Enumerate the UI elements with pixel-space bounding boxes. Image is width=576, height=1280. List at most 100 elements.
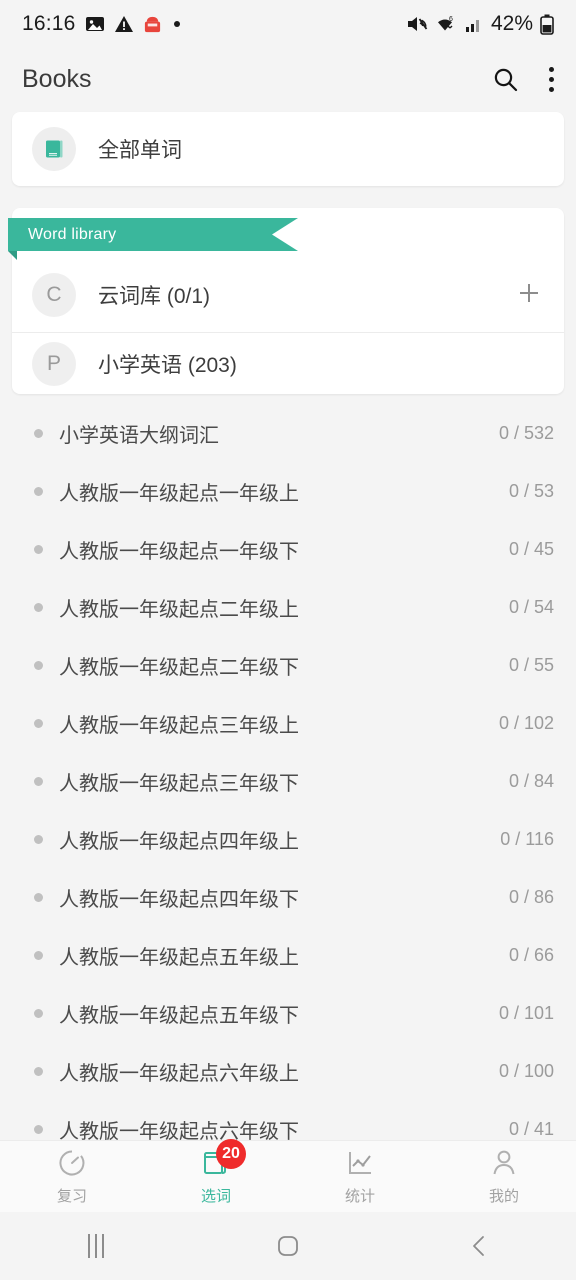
status-time: 16:16	[22, 12, 76, 35]
bullet-icon	[34, 1008, 43, 1018]
nav-item-profile[interactable]: 我的	[432, 1147, 576, 1206]
list-item-label: 人教版一年级起点六年级下	[59, 1120, 299, 1141]
chart-icon	[343, 1147, 377, 1179]
more-vertical-icon[interactable]	[549, 66, 554, 92]
list-item[interactable]: 人教版一年级起点三年级下 0 / 84	[0, 752, 576, 810]
app-bar-actions	[492, 66, 554, 93]
book-list[interactable]: 小学英语大纲词汇 0 / 532 人教版一年级起点一年级上 0 / 53 人教版一年级起…	[0, 404, 576, 1140]
list-item-count: 0 / 54	[508, 596, 554, 617]
list-item-count: 0 / 116	[500, 828, 554, 849]
list-item-label: 人教版一年级起点二年级下	[59, 656, 299, 679]
word-library-ribbon-label: Word library	[28, 225, 117, 243]
wifi-icon: 6	[437, 16, 453, 31]
bullet-icon	[34, 834, 43, 844]
list-item[interactable]: 人教版一年级起点四年级上 0 / 116	[0, 810, 576, 868]
app-notification-icon	[144, 16, 160, 32]
all-words-label: 全部单词	[98, 139, 182, 162]
recents-icon[interactable]	[0, 1234, 192, 1258]
signal-icon	[465, 20, 479, 32]
list-item-count: 0 / 101	[498, 1002, 554, 1023]
list-item-label: 人教版一年级起点一年级上	[59, 482, 299, 505]
list-item-count: 0 / 66	[508, 944, 554, 965]
list-item-label: 人教版一年级起点三年级下	[59, 772, 299, 795]
bullet-icon	[34, 776, 43, 786]
list-item-count: 0 / 102	[498, 712, 554, 733]
svg-text:6: 6	[449, 16, 453, 23]
home-icon[interactable]	[192, 1232, 384, 1260]
nav-item-statistics[interactable]: 统计	[288, 1147, 432, 1206]
bullet-icon	[34, 892, 43, 902]
nav-label: 选词	[200, 1188, 231, 1205]
clock-icon	[55, 1147, 89, 1179]
ribbon-fold	[8, 251, 17, 260]
list-item-count: 0 / 532	[498, 422, 554, 443]
list-item[interactable]: 人教版一年级起点六年级下 0 / 41	[0, 1100, 576, 1140]
nav-item-review[interactable]: 复习	[0, 1147, 144, 1206]
page-title: Books	[22, 64, 92, 93]
list-item[interactable]: 人教版一年级起点四年级下 0 / 86	[0, 868, 576, 926]
list-item-label: 人教版一年级起点四年级下	[59, 888, 299, 911]
status-bar: 16:16 6 42%	[0, 0, 576, 48]
book-icon: 20	[199, 1139, 246, 1179]
plus-icon[interactable]	[514, 278, 544, 313]
bullet-icon	[34, 718, 43, 728]
system-navigation-bar	[0, 1212, 576, 1280]
word-library-ribbon: Word library	[8, 218, 298, 251]
library-row-primary-english[interactable]: P 小学英语 (203)	[12, 332, 564, 394]
list-item[interactable]: 人教版一年级起点一年级上 0 / 53	[0, 462, 576, 520]
list-item-label: 小学英语大纲词汇	[59, 424, 219, 447]
ribbon-notch	[272, 218, 298, 251]
nav-badge: 20	[216, 1139, 246, 1169]
library-row-cloud[interactable]: C 云词库 (0/1)	[12, 264, 564, 326]
battery-icon	[540, 14, 554, 35]
list-item[interactable]: 人教版一年级起点二年级下 0 / 55	[0, 636, 576, 694]
word-library-card: Word library C 云词库 (0/1) P 小学英语 (203)	[8, 208, 564, 394]
status-bar-left: 16:16	[22, 12, 183, 36]
list-item[interactable]: 人教版一年级起点一年级下 0 / 45	[0, 520, 576, 578]
library-row-label: 小学英语 (203)	[98, 353, 237, 377]
bullet-icon	[34, 544, 43, 554]
bullet-icon	[34, 428, 43, 438]
all-words-card[interactable]: 全部单词	[12, 112, 564, 186]
status-bar-right: 6 42%	[406, 12, 554, 36]
list-item-count: 0 / 45	[508, 538, 554, 559]
phone-screen: 16:16 6 42% Books 全部单词 Word library C 云词…	[0, 0, 576, 1280]
bullet-icon	[34, 486, 43, 496]
list-item[interactable]: 人教版一年级起点六年级上 0 / 100	[0, 1042, 576, 1100]
avatar: P	[32, 341, 76, 386]
nav-label: 统计	[344, 1188, 375, 1205]
list-item[interactable]: 小学英语大纲词汇 0 / 532	[0, 404, 576, 462]
back-icon[interactable]	[384, 1232, 576, 1260]
mute-icon	[407, 17, 428, 31]
list-item-label: 人教版一年级起点五年级上	[59, 946, 299, 969]
avatar: C	[32, 273, 76, 317]
library-row-label: 云词库 (0/1)	[98, 285, 211, 308]
list-item[interactable]: 人教版一年级起点五年级下 0 / 101	[0, 984, 576, 1042]
bottom-navigation: 复习 20 选词 统计 我的	[0, 1139, 576, 1212]
list-item-count: 0 / 55	[508, 654, 554, 675]
list-item-label: 人教版一年级起点二年级上	[59, 598, 299, 621]
list-item-count: 0 / 100	[498, 1060, 554, 1081]
list-item-label: 人教版一年级起点四年级上	[59, 830, 299, 853]
bullet-icon	[34, 950, 43, 960]
list-item[interactable]: 人教版一年级起点五年级上 0 / 66	[0, 926, 576, 984]
list-item-label: 人教版一年级起点五年级下	[59, 1004, 299, 1027]
bullet-icon	[34, 660, 43, 670]
list-item-label: 人教版一年级起点六年级上	[59, 1062, 299, 1085]
list-item[interactable]: 人教版一年级起点三年级上 0 / 102	[0, 694, 576, 752]
list-item-count: 0 / 41	[508, 1118, 554, 1139]
image-icon	[85, 17, 104, 31]
list-item-label: 人教版一年级起点一年级下	[59, 540, 299, 563]
list-item-count: 0 / 86	[508, 886, 554, 907]
search-icon[interactable]	[492, 66, 519, 93]
nav-item-select-words[interactable]: 20 选词	[144, 1139, 288, 1206]
bullet-icon	[34, 1066, 43, 1076]
dot-icon	[173, 21, 180, 27]
bullet-icon	[34, 1124, 43, 1134]
nav-label: 复习	[56, 1188, 87, 1205]
book-icon	[32, 127, 76, 171]
warning-icon	[114, 16, 133, 32]
list-item[interactable]: 人教版一年级起点二年级上 0 / 54	[0, 578, 576, 636]
nav-label: 我的	[488, 1188, 519, 1205]
battery-percent: 42%	[490, 12, 533, 35]
